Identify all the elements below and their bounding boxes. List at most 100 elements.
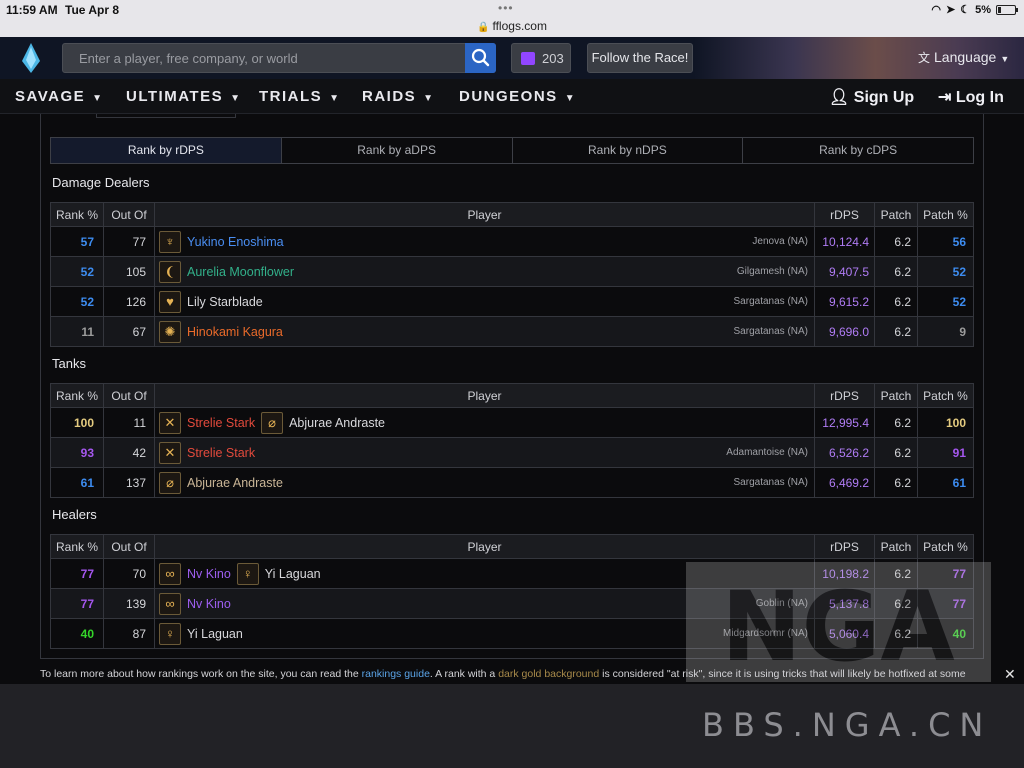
battery-percent: 5% bbox=[975, 3, 991, 16]
table-header-row: Rank % Out Of Player rDPS Patch Patch % bbox=[50, 202, 974, 227]
rdps-value[interactable]: 6,469.2 bbox=[814, 467, 875, 498]
patch-value: 6.2 bbox=[874, 226, 918, 257]
nav-dungeons[interactable]: DUNGEONS ▼ bbox=[459, 88, 576, 105]
column-header[interactable]: Out Of bbox=[103, 534, 155, 559]
table-header-row: Rank % Out Of Player rDPS Patch Patch % bbox=[50, 383, 974, 408]
column-header[interactable]: Rank % bbox=[50, 534, 104, 559]
follow-race-button[interactable]: Follow the Race! bbox=[587, 43, 693, 73]
column-header[interactable]: rDPS bbox=[814, 202, 875, 227]
column-header[interactable]: Patch % bbox=[917, 383, 974, 408]
player-name-link[interactable]: Yi Laguan bbox=[187, 627, 243, 641]
table-row[interactable]: 57 77 ♆ Yukino Enoshima Jenova (NA) 10,124.4 6… bbox=[50, 226, 974, 257]
rdps-value[interactable]: 12,995.4 bbox=[814, 407, 875, 438]
dark-gold-text: dark gold background bbox=[498, 668, 600, 680]
table-row[interactable]: 100 11 ✕ Strelie Stark ⌀ Abjurae Andraste 12,9… bbox=[50, 407, 974, 438]
player-cell: ♆ Yukino Enoshima Jenova (NA) bbox=[154, 226, 815, 257]
server-label: Jenova (NA) bbox=[752, 236, 808, 247]
log-in-button[interactable]: ⇥ Log In bbox=[938, 87, 1004, 107]
tab-rank-cdps[interactable]: Rank by cDPS bbox=[743, 138, 973, 163]
language-label: Language bbox=[934, 49, 997, 65]
more-dots-icon[interactable]: ••• bbox=[498, 1, 514, 15]
player-name-link[interactable]: Abjurae Andraste bbox=[187, 476, 283, 490]
rdps-value[interactable]: 9,407.5 bbox=[814, 256, 875, 287]
bard-icon: ❨ bbox=[159, 260, 181, 283]
column-header[interactable]: Player bbox=[154, 383, 815, 408]
table-row[interactable]: 52 105 ❨ Aurelia Moonflower Gilgamesh (NA) 9,… bbox=[50, 256, 974, 287]
chevron-down-icon: ▼ bbox=[1000, 54, 1010, 64]
column-header[interactable]: Patch % bbox=[917, 202, 974, 227]
column-header[interactable]: Patch % bbox=[917, 534, 974, 559]
tab-rank-adps[interactable]: Rank by aDPS bbox=[282, 138, 513, 163]
twitch-button[interactable]: 203 bbox=[511, 43, 571, 73]
table-header-row: Rank % Out Of Player rDPS Patch Patch % bbox=[50, 534, 974, 559]
search-box[interactable]: Enter a player, free company, or world bbox=[62, 43, 496, 73]
chevron-down-icon: ▼ bbox=[564, 93, 577, 104]
site-header: Enter a player, free company, or world 2… bbox=[0, 37, 1024, 79]
nav-raids[interactable]: RAIDS ▼ bbox=[362, 88, 435, 105]
fflogs-logo-icon[interactable] bbox=[22, 43, 40, 73]
column-header[interactable]: rDPS bbox=[814, 383, 875, 408]
nav-ultimates[interactable]: ULTIMATES ▼ bbox=[126, 88, 242, 105]
out-of: 67 bbox=[103, 316, 155, 347]
rdps-value[interactable]: 9,615.2 bbox=[814, 286, 875, 317]
twitch-viewer-count: 203 bbox=[542, 51, 564, 66]
table-row[interactable]: 61 137 ⌀ Abjurae Andraste Sargatanas (NA) 6,4… bbox=[50, 467, 974, 498]
rdps-value[interactable]: 9,696.0 bbox=[814, 316, 875, 347]
rankings-guide-link[interactable]: rankings guide bbox=[362, 668, 430, 680]
rdps-value[interactable]: 6,526.2 bbox=[814, 437, 875, 468]
rdps-value[interactable]: 10,124.4 bbox=[814, 226, 875, 257]
nav-trials[interactable]: TRIALS ▼ bbox=[259, 88, 341, 105]
paladin-icon: ⌀ bbox=[159, 471, 181, 494]
player-cell: ✕ Strelie Stark Adamantoise (NA) bbox=[154, 437, 815, 468]
white-mage-icon: ♀ bbox=[159, 622, 181, 645]
column-header[interactable]: Out Of bbox=[103, 383, 155, 408]
nav-savage[interactable]: SAVAGE ▼ bbox=[15, 88, 104, 105]
column-header[interactable]: Rank % bbox=[50, 202, 104, 227]
search-input[interactable]: Enter a player, free company, or world bbox=[79, 51, 298, 66]
player-name-link[interactable]: Hinokami Kagura bbox=[187, 325, 283, 339]
table-row[interactable]: 93 42 ✕ Strelie Stark Adamantoise (NA) 6,526.… bbox=[50, 437, 974, 468]
player-name-link[interactable]: Yukino Enoshima bbox=[187, 235, 284, 249]
column-header[interactable]: Player bbox=[154, 534, 815, 559]
language-selector[interactable]: 文 Language ▼ bbox=[918, 49, 1009, 66]
section-title-dps: Damage Dealers bbox=[52, 175, 150, 190]
translate-icon: 文 bbox=[918, 51, 931, 65]
search-button[interactable] bbox=[465, 43, 496, 73]
rank-percent: 77 bbox=[50, 588, 104, 619]
player-name-link[interactable]: Nv Kino bbox=[187, 597, 231, 611]
url-text: fflogs.com bbox=[492, 19, 547, 33]
partner-name-link[interactable]: Abjurae Andraste bbox=[289, 416, 385, 430]
column-header[interactable]: rDPS bbox=[814, 534, 875, 559]
patch-percent: 52 bbox=[917, 286, 974, 317]
samurai-icon: ♆ bbox=[159, 230, 181, 253]
rank-percent: 77 bbox=[50, 558, 104, 589]
sign-up-button[interactable]: 👤︎ Sign Up bbox=[829, 87, 914, 107]
player-name-link[interactable]: Aurelia Moonflower bbox=[187, 265, 294, 279]
table-row[interactable]: 11 67 ✺ Hinokami Kagura Sargatanas (NA) 9,696… bbox=[50, 316, 974, 347]
partner-name-link[interactable]: Yi Laguan bbox=[265, 567, 321, 581]
column-header[interactable]: Patch bbox=[874, 534, 918, 559]
close-icon[interactable]: ✕ bbox=[1004, 666, 1016, 683]
player-name-link[interactable]: Nv Kino bbox=[187, 567, 231, 581]
out-of: 11 bbox=[103, 407, 155, 438]
out-of: 70 bbox=[103, 558, 155, 589]
tab-rank-rdps[interactable]: Rank by rDPS bbox=[51, 138, 282, 163]
battery-icon bbox=[996, 4, 1018, 15]
player-name-link[interactable]: Strelie Stark bbox=[187, 416, 255, 430]
player-name-link[interactable]: Lily Starblade bbox=[187, 295, 263, 309]
column-header[interactable]: Patch bbox=[874, 383, 918, 408]
player-name-link[interactable]: Strelie Stark bbox=[187, 446, 255, 460]
chevron-down-icon: ▼ bbox=[230, 93, 242, 104]
tab-rank-ndps[interactable]: Rank by nDPS bbox=[513, 138, 744, 163]
patch-percent: 61 bbox=[917, 467, 974, 498]
patch-percent: 100 bbox=[917, 407, 974, 438]
rank-percent: 40 bbox=[50, 618, 104, 649]
column-header[interactable]: Player bbox=[154, 202, 815, 227]
patch-percent: 56 bbox=[917, 226, 974, 257]
column-header[interactable]: Rank % bbox=[50, 383, 104, 408]
url-bar[interactable]: 🔒 fflogs.com bbox=[0, 19, 1024, 33]
table-row[interactable]: 52 126 ♥ Lily Starblade Sargatanas (NA) 9,615… bbox=[50, 286, 974, 317]
column-header[interactable]: Patch bbox=[874, 202, 918, 227]
column-header[interactable]: Out Of bbox=[103, 202, 155, 227]
rank-percent: 52 bbox=[50, 286, 104, 317]
